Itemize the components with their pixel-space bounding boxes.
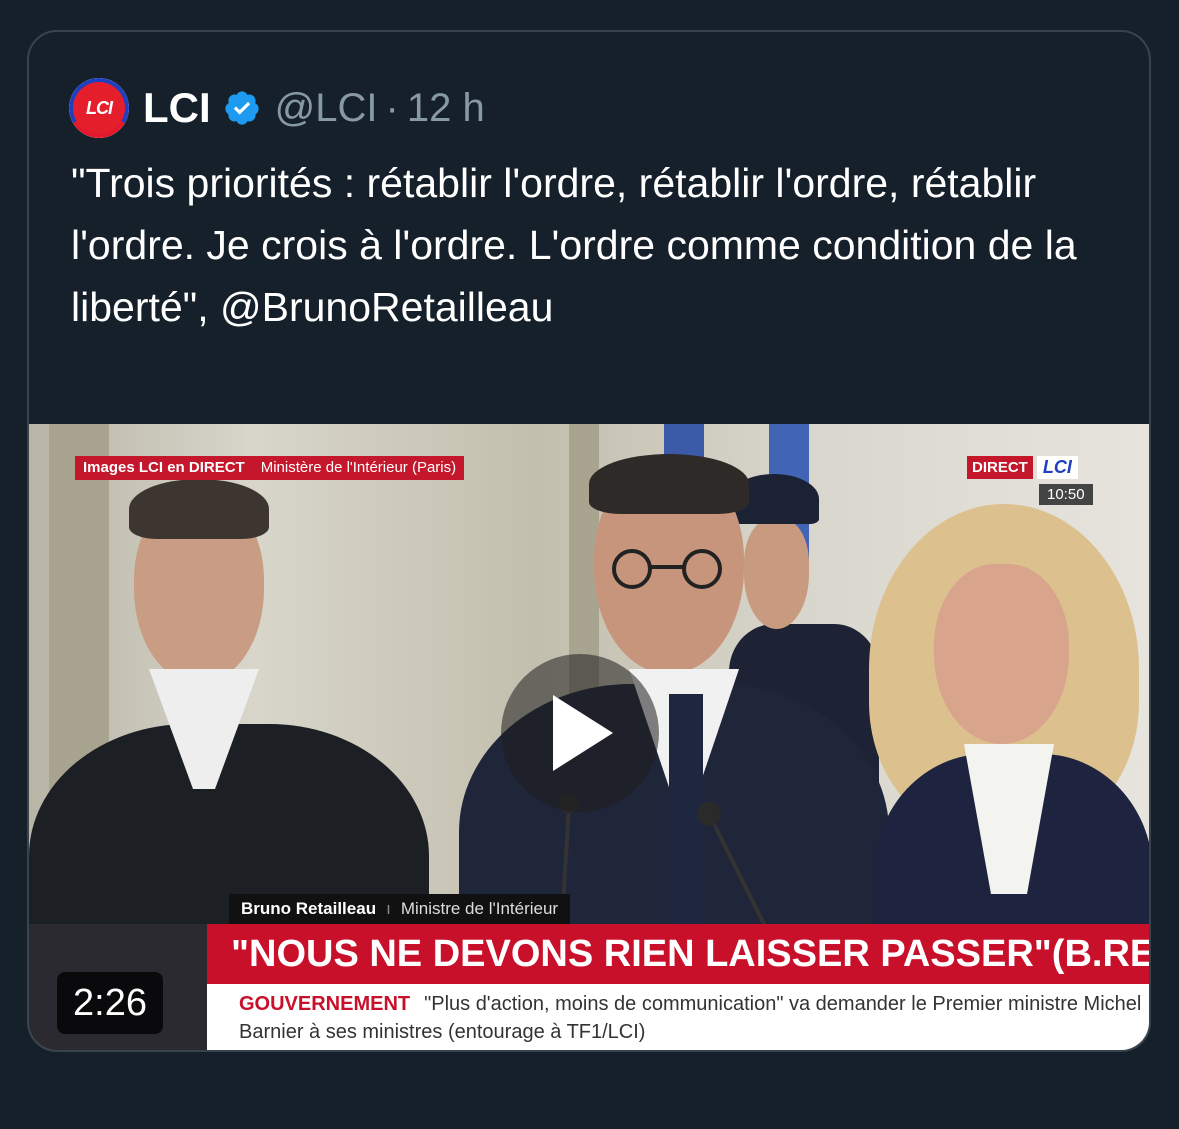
speaker-separator: ı [386, 899, 391, 918]
speaker-role: Ministre de l'Intérieur [400, 899, 559, 918]
direct-label: DIRECT [967, 456, 1033, 479]
broadcast-headline: "NOUS NE DEVONS RIEN LAISSER PASSER"(B.R… [207, 924, 1149, 984]
separator-dot: · [385, 85, 399, 130]
speaker-glasses [612, 549, 722, 589]
speaker-name: Bruno Retailleau [241, 899, 377, 918]
person-left-hair [129, 479, 269, 539]
author-handle[interactable]: @LCI [275, 86, 378, 131]
ticker-category: GOUVERNEMENT [239, 993, 411, 1015]
avatar[interactable]: LCI [69, 78, 129, 138]
play-icon [553, 695, 613, 771]
video-duration: 2:26 [57, 972, 163, 1034]
tweet-header: LCI LCI @LCI · 12 h [69, 78, 485, 138]
speaker-hair [589, 454, 749, 514]
broadcast-location: Ministère de l'Intérieur (Paris) [252, 456, 465, 480]
verified-badge-icon [225, 91, 259, 125]
video-player[interactable]: Images LCI en DIRECT Ministère de l'Inté… [29, 424, 1149, 1050]
tweet-card[interactable]: LCI LCI @LCI · 12 h "Trois priorités : r… [27, 30, 1151, 1052]
channel-logo: LCI [1036, 456, 1078, 479]
broadcast-ticker: GOUVERNEMENT "Plus d'action, moins de com… [207, 984, 1149, 1050]
speaker-name-bar: Bruno Retailleau ı Ministre de l'Intérie… [229, 894, 571, 924]
person-right-head [934, 564, 1069, 744]
play-button[interactable] [501, 654, 659, 812]
broadcast-top-bar: Images LCI en DIRECT Ministère de l'Inté… [75, 456, 465, 480]
tweet-timestamp[interactable]: 12 h [407, 86, 485, 131]
broadcast-label: Images LCI en DIRECT [75, 456, 253, 480]
author-name[interactable]: LCI [143, 84, 211, 132]
broadcast-clock: 10:50 [1039, 484, 1093, 505]
channel-badge: DIRECT LCI [967, 456, 1078, 479]
avatar-logo-text: LCI [86, 97, 113, 118]
tweet-text: "Trois priorités : rétablir l'ordre, rét… [71, 160, 1077, 330]
